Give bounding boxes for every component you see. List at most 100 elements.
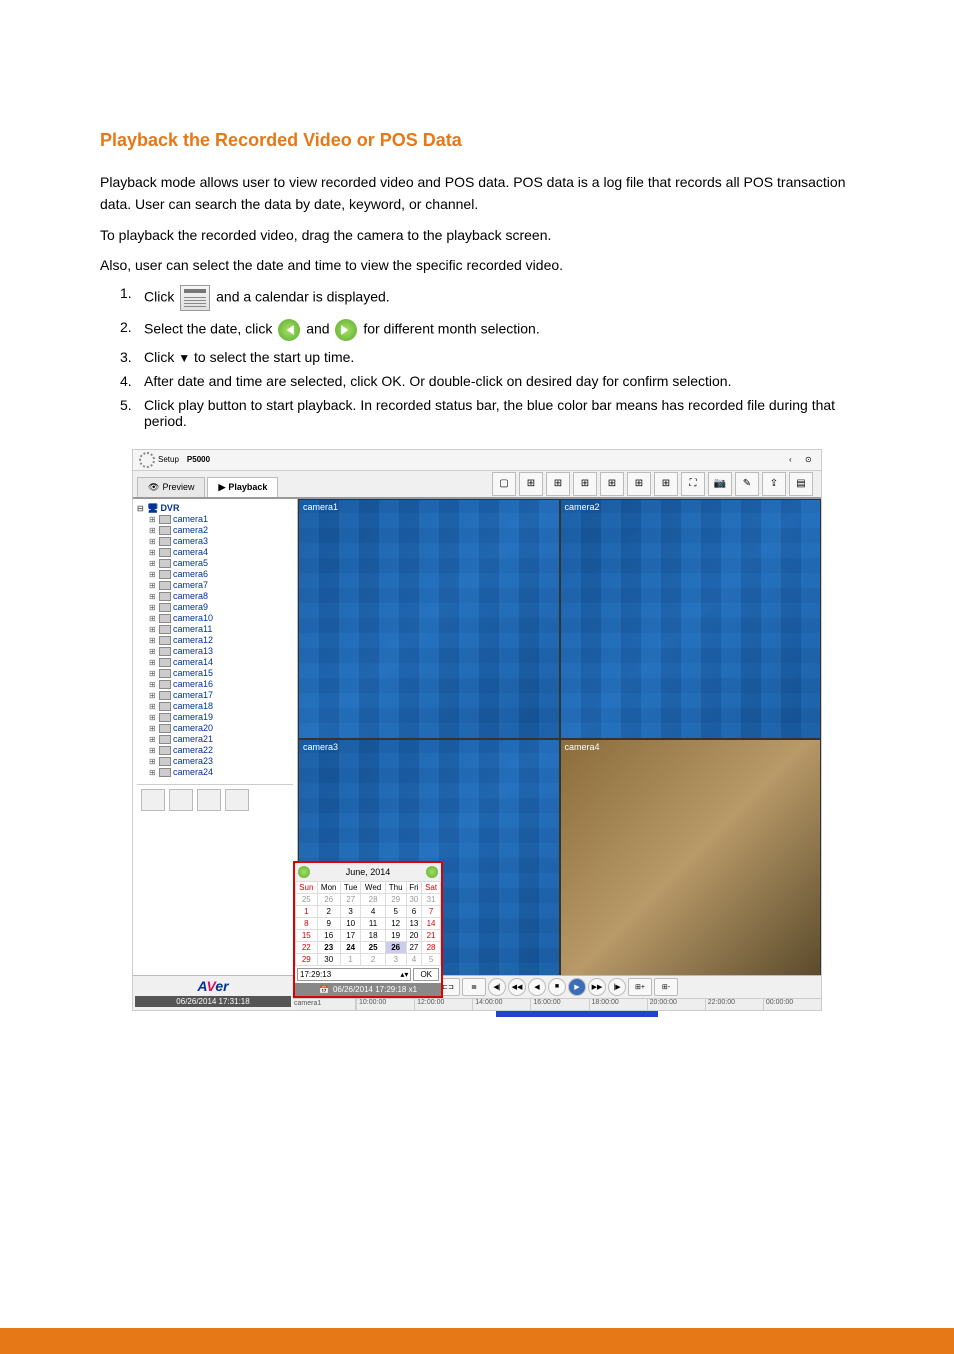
calendar-date-bar[interactable]: 📅 06/26/2014 17:29:18 x1 — [295, 983, 441, 996]
camera-tree-item[interactable]: ⊞camera16 — [149, 679, 293, 690]
calendar-day[interactable]: 17 — [340, 929, 361, 941]
calendar-day[interactable]: 18 — [361, 929, 385, 941]
tool-4-icon[interactable] — [225, 789, 249, 811]
minimize-icon[interactable]: ‹ — [789, 455, 799, 465]
calendar-day[interactable]: 20 — [406, 929, 421, 941]
calendar-day[interactable]: 27 — [340, 893, 361, 905]
camera-tree-item[interactable]: ⊞camera6 — [149, 569, 293, 580]
camera-tree-item[interactable]: ⊞camera2 — [149, 525, 293, 536]
expand-icon[interactable]: ⊞ — [149, 559, 157, 568]
sync-button[interactable]: ≣ — [462, 978, 486, 996]
calendar-day[interactable]: 7 — [422, 905, 441, 917]
expand-icon[interactable]: ⊞ — [149, 768, 157, 777]
tool-3-icon[interactable] — [197, 789, 221, 811]
expand-icon[interactable]: ⊞ — [149, 680, 157, 689]
layout-25-icon[interactable]: ⊞ — [600, 472, 624, 496]
playback-tab[interactable]: ▶ Playback — [207, 477, 278, 497]
layout-9-icon[interactable]: ⊞ — [546, 472, 570, 496]
layout-16-icon[interactable]: ⊞ — [573, 472, 597, 496]
setup-button[interactable]: Setup — [139, 452, 179, 468]
next-month-button[interactable] — [426, 866, 438, 878]
calendar-day[interactable]: 28 — [361, 893, 385, 905]
calendar-day[interactable]: 5 — [422, 953, 441, 965]
expand-icon[interactable]: ⊞ — [149, 691, 157, 700]
camera-tree-item[interactable]: ⊞camera15 — [149, 668, 293, 679]
calendar-day[interactable]: 1 — [340, 953, 361, 965]
annotation-icon[interactable]: ✎ — [735, 472, 759, 496]
calendar-day[interactable]: 12 — [385, 917, 406, 929]
expand-icon[interactable]: ⊞ — [149, 636, 157, 645]
expand-icon[interactable]: ⊞ — [149, 647, 157, 656]
calendar-day[interactable]: 2 — [317, 905, 340, 917]
snapshot-icon[interactable]: 📷 — [708, 472, 732, 496]
rewind-button[interactable]: ◀◀ — [508, 978, 526, 996]
export-icon[interactable]: ⇪ — [762, 472, 786, 496]
step-fwd-button[interactable]: |▶ — [608, 978, 626, 996]
calendar-day[interactable]: 28 — [422, 941, 441, 953]
camera-tree-item[interactable]: ⊞camera1 — [149, 514, 293, 525]
calendar-day[interactable]: 30 — [406, 893, 421, 905]
tree-root-dvr[interactable]: ⊟ 🖥 DVR — [137, 503, 293, 514]
camera-tree-item[interactable]: ⊞camera11 — [149, 624, 293, 635]
expand-icon[interactable]: ⊞ — [149, 603, 157, 612]
camera-tree-item[interactable]: ⊞camera12 — [149, 635, 293, 646]
fullscreen-icon[interactable]: ⛶ — [681, 472, 705, 496]
calendar-day[interactable]: 13 — [406, 917, 421, 929]
calendar-day[interactable]: 22 — [296, 941, 318, 953]
camera-tree-item[interactable]: ⊞camera13 — [149, 646, 293, 657]
expand-icon[interactable]: ⊞ — [149, 757, 157, 766]
video-pane-2[interactable]: camera2 — [560, 499, 822, 739]
tool-2-icon[interactable] — [169, 789, 193, 811]
expand-icon[interactable]: ⊞ — [149, 713, 157, 722]
camera-tree-item[interactable]: ⊞camera4 — [149, 547, 293, 558]
calendar-day[interactable]: 1 — [296, 905, 318, 917]
calendar-day[interactable]: 30 — [317, 953, 340, 965]
camera-tree-item[interactable]: ⊞camera19 — [149, 712, 293, 723]
expand-icon[interactable]: ⊞ — [149, 526, 157, 535]
calendar-day[interactable]: 16 — [317, 929, 340, 941]
layout-1-icon[interactable]: ▢ — [492, 472, 516, 496]
expand-icon[interactable]: ⊞ — [149, 592, 157, 601]
camera-tree-item[interactable]: ⊞camera17 — [149, 690, 293, 701]
forward-button[interactable]: ▶▶ — [588, 978, 606, 996]
calendar-day[interactable]: 21 — [422, 929, 441, 941]
calendar-day[interactable]: 25 — [361, 941, 385, 953]
calendar-day[interactable]: 31 — [422, 893, 441, 905]
stop-button[interactable]: ■ — [548, 978, 566, 996]
tool-1-icon[interactable] — [141, 789, 165, 811]
calendar-day[interactable]: 3 — [340, 905, 361, 917]
preview-tab[interactable]: 👁 Preview — [137, 477, 205, 497]
calendar-day[interactable]: 8 — [296, 917, 318, 929]
expand-icon[interactable]: ⊞ — [149, 548, 157, 557]
calendar-day[interactable]: 26 — [385, 941, 406, 953]
calendar-day[interactable]: 11 — [361, 917, 385, 929]
power-icon[interactable]: ⊙ — [805, 455, 815, 465]
expand-icon[interactable]: ⊞ — [149, 702, 157, 711]
camera-tree-item[interactable]: ⊞camera10 — [149, 613, 293, 624]
expand-icon[interactable]: ⊞ — [149, 614, 157, 623]
list-icon[interactable]: ▤ — [789, 472, 813, 496]
camera-tree-item[interactable]: ⊞camera20 — [149, 723, 293, 734]
reverse-button[interactable]: ◀ — [528, 978, 546, 996]
camera-tree-item[interactable]: ⊞camera8 — [149, 591, 293, 602]
expand-icon[interactable]: ⊞ — [149, 515, 157, 524]
expand-icon[interactable]: ⊞ — [149, 570, 157, 579]
zoom-in-timeline-button[interactable]: ⊞+ — [628, 978, 652, 996]
recorded-segment[interactable] — [496, 1011, 659, 1017]
camera-tree-item[interactable]: ⊞camera24 — [149, 767, 293, 778]
expand-icon[interactable]: ⊞ — [149, 669, 157, 678]
calendar-day[interactable]: 24 — [340, 941, 361, 953]
camera-tree-item[interactable]: ⊞camera3 — [149, 536, 293, 547]
play-button[interactable]: ▶ — [568, 978, 586, 996]
step-back-button[interactable]: ◀| — [488, 978, 506, 996]
camera-tree-item[interactable]: ⊞camera7 — [149, 580, 293, 591]
prev-month-button[interactable] — [298, 866, 310, 878]
calendar-day[interactable]: 27 — [406, 941, 421, 953]
calendar-day[interactable]: 9 — [317, 917, 340, 929]
timeline-track[interactable]: 10:00:0012:00:0014:00:0016:00:0018:00:00… — [356, 999, 821, 1010]
calendar-day[interactable]: 4 — [406, 953, 421, 965]
camera-tree-item[interactable]: ⊞camera9 — [149, 602, 293, 613]
calendar-day[interactable]: 2 — [361, 953, 385, 965]
calendar-day[interactable]: 25 — [296, 893, 318, 905]
expand-icon[interactable]: ⊞ — [149, 581, 157, 590]
